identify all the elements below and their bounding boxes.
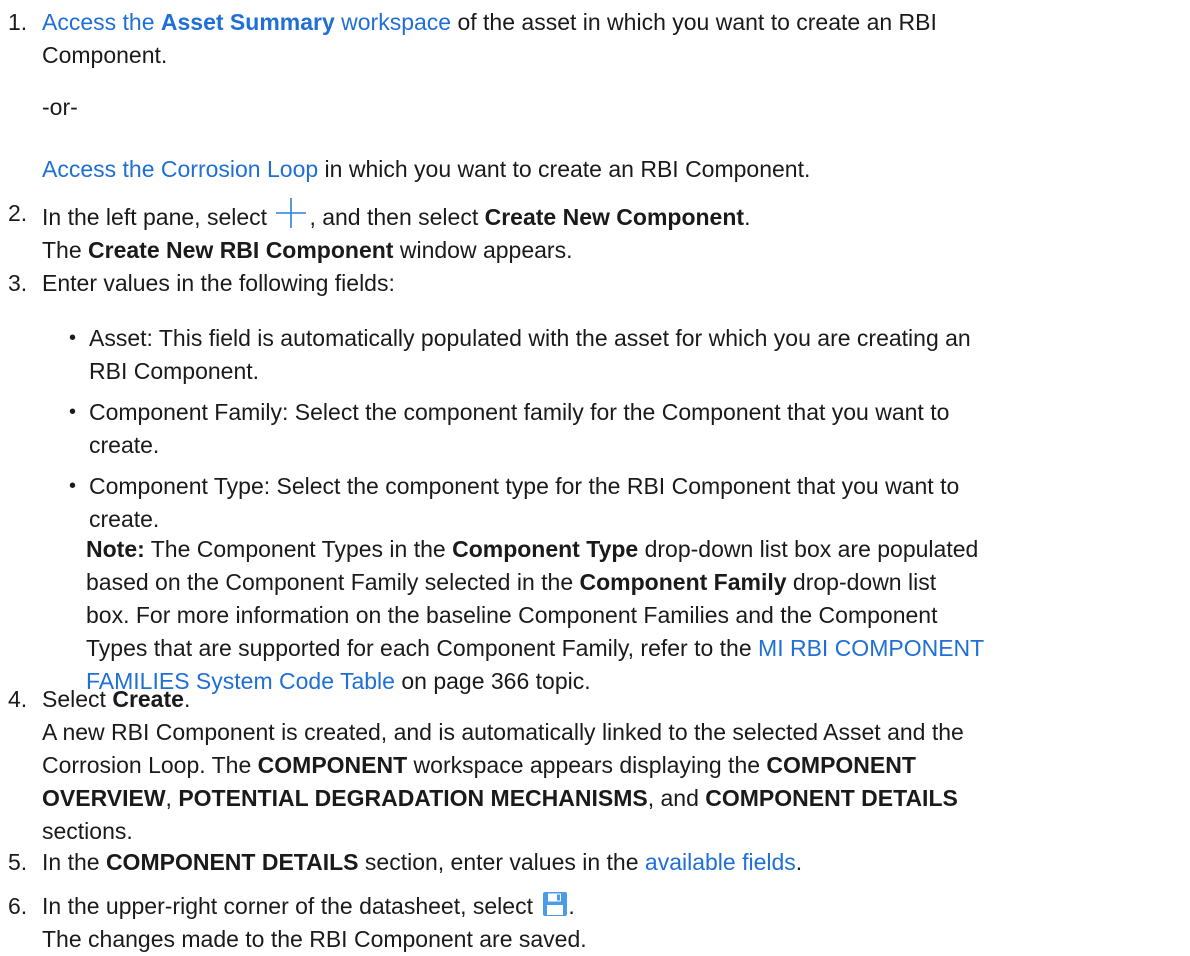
bullet-icon: •	[69, 475, 77, 497]
save-icon	[542, 891, 568, 917]
step-text: Access the Asset Summary workspace of th…	[42, 9, 937, 68]
step-text-alt: Access the Corrosion Loop in which you w…	[42, 156, 811, 182]
asset-summary-link[interactable]: Access the Asset Summary workspace	[42, 9, 451, 35]
step-text: Enter values in the following fields:	[42, 270, 395, 296]
plus-icon	[275, 197, 307, 229]
bullet-icon: •	[69, 401, 77, 423]
corrosion-loop-link[interactable]: Access the Corrosion Loop	[42, 156, 318, 182]
step-text: In the COMPONENT DETAILS section, enter …	[42, 849, 803, 875]
bullet-icon: •	[69, 327, 77, 349]
step-number: 5.	[8, 849, 28, 875]
component-families-link[interactable]: MI RBI COMPONENT	[758, 635, 984, 661]
step-number: 3.	[8, 270, 28, 296]
step-text: In the upper-right corner of the datashe…	[42, 891, 587, 952]
step-text: In the left pane, select , and then sele…	[42, 197, 1182, 267]
step-number: 4.	[8, 686, 28, 712]
step-text: Select Create. A new RBI Component is cr…	[42, 686, 964, 844]
note: Note: The Component Types in the Compone…	[86, 536, 985, 694]
step-number: 6.	[8, 893, 28, 919]
available-fields-link[interactable]: available fields	[645, 849, 796, 875]
step-number: 2.	[8, 200, 28, 226]
or-text: -or-	[42, 94, 78, 120]
step-number: 1.	[8, 9, 28, 35]
